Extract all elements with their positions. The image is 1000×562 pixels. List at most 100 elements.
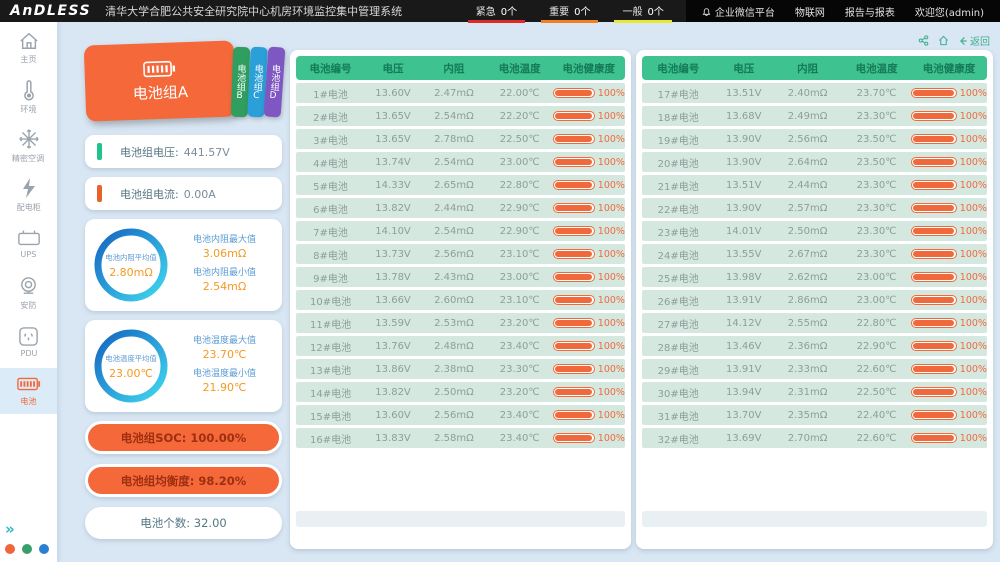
battery-health-cell: 100% [911,433,987,444]
table-row[interactable]: 3#电池 13.65V 2.78mΩ 22.50℃ 100% [296,129,625,149]
battery-id: 29#电池 [642,362,714,377]
column-header: 内阻 [421,61,487,76]
health-percent: 100% [598,364,625,375]
expand-chevrons-icon[interactable]: » [5,520,49,538]
table-row[interactable]: 10#电池 13.66V 2.60mΩ 23.10℃ 100% [296,290,625,310]
battery-voltage: 14.12V [714,318,773,329]
sidebar-item-environment[interactable]: 环境 [0,74,57,120]
table-row[interactable]: 27#电池 14.12V 2.55mΩ 22.80℃ 100% [642,313,987,333]
table-row[interactable]: 21#电池 13.51V 2.44mΩ 23.30℃ 100% [642,175,987,195]
voltage-label: 电池组电压: [120,146,179,159]
battery-voltage: 13.55V [714,249,773,260]
battery-voltage: 13.60V [365,410,421,421]
battery-health-cell: 100% [553,410,625,421]
temperature-min-label: 电池温度最小值 [171,366,278,379]
column-header: 电压 [365,61,421,76]
system-title: 清华大学合肥公共安全研究院中心机房环境监控集中管理系统 [105,3,402,19]
sidebar-item-security[interactable]: 安防 [0,270,57,316]
sidebar-item-battery[interactable]: 电池 [0,368,57,414]
table-row[interactable]: 22#电池 13.90V 2.57mΩ 23.30℃ 100% [642,198,987,218]
back-link[interactable]: 返回 [958,33,990,48]
battery-health-cell: 100% [553,111,625,122]
battery-health-cell: 100% [553,226,625,237]
table-row[interactable]: 25#电池 13.98V 2.62mΩ 23.00℃ 100% [642,267,987,287]
menu-user-welcome[interactable]: 欢迎您(admin) [915,4,984,19]
battery-voltage: 13.60V [365,88,421,99]
alarm-badge-general[interactable]: 一般 0个 [614,0,671,23]
menu-wechat-platform[interactable]: 企业微信平台 [702,4,775,19]
battery-resistance: 2.70mΩ [773,433,842,444]
alarm-badge-important[interactable]: 重要 0个 [541,0,598,23]
table-row[interactable]: 24#电池 13.55V 2.67mΩ 23.30℃ 100% [642,244,987,264]
battery-temperature: 23.30℃ [842,249,911,260]
table-row[interactable]: 32#电池 13.69V 2.70mΩ 22.60℃ 100% [642,428,987,448]
battery-resistance: 2.31mΩ [773,387,842,398]
table-row[interactable]: 19#电池 13.90V 2.56mΩ 23.50℃ 100% [642,129,987,149]
table-row[interactable]: 26#电池 13.91V 2.86mΩ 23.00℃ 100% [642,290,987,310]
alarm-count: 0个 [647,3,663,18]
health-bar [553,180,595,190]
home-icon[interactable] [938,35,949,46]
battery-id: 15#电池 [296,408,365,423]
battery-group-a-card[interactable]: 电池组A [84,40,237,121]
column-header: 电池编号 [642,61,714,76]
table-row[interactable]: 17#电池 13.51V 2.40mΩ 23.70℃ 100% [642,83,987,103]
battery-temperature: 23.30℃ [842,111,911,122]
table-row[interactable]: 15#电池 13.60V 2.56mΩ 23.40℃ 100% [296,405,625,425]
sidebar-item-home[interactable]: 主页 [0,25,57,71]
status-dots [5,544,49,554]
table-row[interactable]: 23#电池 14.01V 2.50mΩ 23.30℃ 100% [642,221,987,241]
table-row[interactable]: 7#电池 14.10V 2.54mΩ 22.90℃ 100% [296,221,625,241]
battery-id: 3#电池 [296,132,365,147]
table-row[interactable]: 2#电池 13.65V 2.54mΩ 22.20℃ 100% [296,106,625,126]
table-row[interactable]: 18#电池 13.68V 2.49mΩ 23.30℃ 100% [642,106,987,126]
health-percent: 100% [960,364,987,375]
dot-blue[interactable] [39,544,49,554]
table-row[interactable]: 1#电池 13.60V 2.47mΩ 22.00℃ 100% [296,83,625,103]
menu-iot[interactable]: 物联网 [795,4,825,19]
table-row[interactable]: 4#电池 13.74V 2.54mΩ 23.00℃ 100% [296,152,625,172]
sidebar-item-ups[interactable]: UPS [0,221,57,267]
table-row[interactable]: 29#电池 13.91V 2.33mΩ 22.60℃ 100% [642,359,987,379]
battery-temperature: 23.50℃ [842,134,911,145]
table-row[interactable]: 31#电池 13.70V 2.35mΩ 22.40℃ 100% [642,405,987,425]
resistance-gauge: 电池内阻平均值 2.80mΩ [91,225,171,305]
table-row[interactable]: 6#电池 13.82V 2.44mΩ 22.90℃ 100% [296,198,625,218]
health-bar [911,180,957,190]
battery-id: 11#电池 [296,316,365,331]
sidebar-item-aircon[interactable]: 精密空调 [0,123,57,169]
table-row[interactable]: 28#电池 13.46V 2.36mΩ 22.90℃ 100% [642,336,987,356]
table-row[interactable]: 5#电池 14.33V 2.65mΩ 22.80℃ 100% [296,175,625,195]
health-bar [911,364,957,374]
table-row[interactable]: 20#电池 13.90V 2.64mΩ 23.50℃ 100% [642,152,987,172]
current-value: 0.00A [184,188,216,201]
battery-voltage: 13.91V [714,295,773,306]
battery-resistance: 2.43mΩ [421,272,487,283]
battery-resistance: 2.33mΩ [773,364,842,375]
health-percent: 100% [598,318,625,329]
share-icon[interactable] [918,35,929,46]
table-row[interactable]: 30#电池 13.94V 2.31mΩ 22.50℃ 100% [642,382,987,402]
battery-health-cell: 100% [911,249,987,260]
table-row[interactable]: 13#电池 13.86V 2.38mΩ 23.30℃ 100% [296,359,625,379]
sidebar-item-power-cabinet[interactable]: 配电柜 [0,172,57,218]
battery-id: 17#电池 [642,86,714,101]
table-row[interactable]: 11#电池 13.59V 2.53mΩ 23.20℃ 100% [296,313,625,333]
battery-icon [142,59,177,78]
battery-voltage: 13.86V [365,364,421,375]
menu-reports[interactable]: 报告与报表 [845,4,895,19]
sidebar-item-pdu[interactable]: PDU [0,319,57,365]
dot-green[interactable] [22,544,32,554]
table-row[interactable]: 9#电池 13.78V 2.43mΩ 23.00℃ 100% [296,267,625,287]
health-bar [553,433,595,443]
table-row[interactable]: 12#电池 13.76V 2.48mΩ 23.40℃ 100% [296,336,625,356]
table-row[interactable]: 14#电池 13.82V 2.50mΩ 23.20℃ 100% [296,382,625,402]
table-row[interactable]: 8#电池 13.73V 2.56mΩ 23.10℃ 100% [296,244,625,264]
health-percent: 100% [960,295,987,306]
resistance-max-label: 电池内阻最大值 [171,232,278,245]
tab-battery-group-d[interactable]: 电池组D [264,46,286,117]
table-row[interactable]: 16#电池 13.83V 2.58mΩ 23.40℃ 100% [296,428,625,448]
battery-resistance: 2.50mΩ [773,226,842,237]
alarm-badge-critical[interactable]: 紧急 0个 [468,0,525,23]
dot-orange[interactable] [5,544,15,554]
